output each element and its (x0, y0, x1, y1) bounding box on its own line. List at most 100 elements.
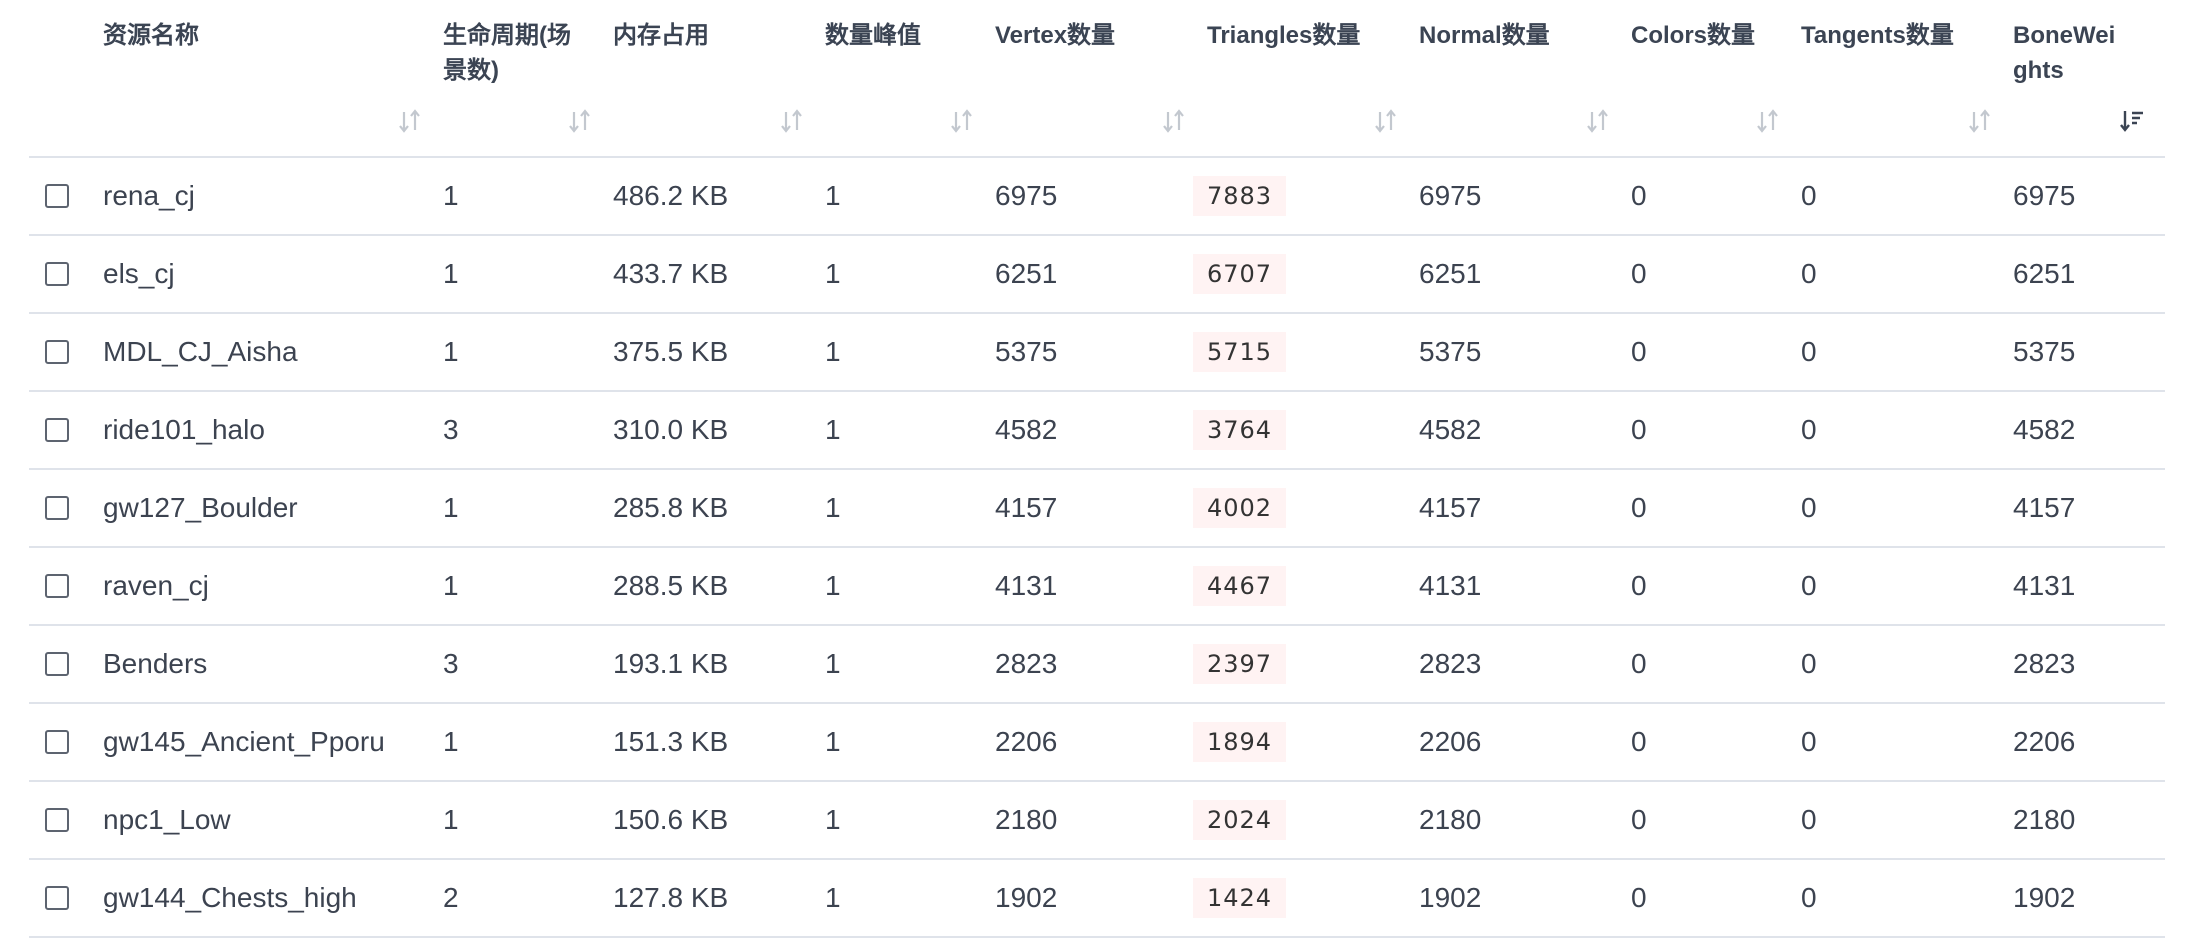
cell-value: 4582 (995, 414, 1058, 445)
row-checkbox[interactable] (45, 886, 69, 910)
table-row[interactable]: npc1_Low 1 150.6 KB 1 2180 2024 2180 0 0 2180 (29, 781, 2165, 860)
sort-descending-icon[interactable] (2119, 108, 2145, 134)
row-checkbox[interactable] (45, 496, 69, 520)
cell-value: 2206 (2013, 726, 2076, 757)
row-checkbox[interactable] (45, 574, 69, 598)
cell-peak-count: 1 (825, 235, 995, 314)
cell-peak-count: 1 (825, 313, 995, 392)
cell-value: 5375 (1419, 336, 1482, 367)
table-row[interactable]: Benders 3 193.1 KB 1 2823 2397 2823 0 0 2823 (29, 625, 2165, 704)
cell-boneweights: 2823 (2013, 625, 2165, 704)
sort-both-icon[interactable] (567, 108, 593, 134)
sort-both-icon[interactable] (1585, 108, 1611, 134)
cell-resource-name: npc1_Low (103, 781, 443, 860)
cell-resource-name: MDL_CJ_Aisha (103, 313, 443, 392)
row-checkbox[interactable] (45, 808, 69, 832)
column-header-colors-count[interactable]: Colors数量 (1631, 0, 1801, 158)
header-row: 资源名称 生命周期(场景数) 内存占用 数量峰值 Vertex数量 Triangles数量… (29, 0, 2165, 158)
cell-value: 2206 (1419, 726, 1482, 757)
sort-both-icon[interactable] (1967, 108, 1993, 134)
row-checkbox[interactable] (45, 262, 69, 286)
cell-triangles-count: 5715 (1193, 313, 1419, 392)
cell-peak-count: 1 (825, 625, 995, 704)
cell-resource-name: rena_cj (103, 157, 443, 236)
cell-value: 0 (1631, 336, 1647, 367)
cell-value: MDL_CJ_Aisha (103, 336, 298, 367)
column-header-peak-count[interactable]: 数量峰值 (825, 0, 995, 158)
row-select-cell (29, 313, 103, 392)
table-row[interactable]: ride101_halo 3 310.0 KB 1 4582 3764 4582 0 0 4582 (29, 391, 2165, 470)
column-header-memory-usage[interactable]: 内存占用 (613, 0, 825, 158)
cell-value: 0 (1631, 648, 1647, 679)
sort-both-icon[interactable] (1755, 108, 1781, 134)
cell-memory-usage: 375.5 KB (613, 313, 825, 392)
cell-vertex-count: 2823 (995, 625, 1207, 704)
cell-memory-usage: 151.3 KB (613, 703, 825, 782)
cell-value: 0 (1801, 648, 1817, 679)
sort-both-icon[interactable] (779, 108, 805, 134)
row-checkbox[interactable] (45, 340, 69, 364)
sort-both-icon[interactable] (949, 108, 975, 134)
cell-value: 2206 (995, 726, 1058, 757)
cell-value: 0 (1631, 258, 1647, 289)
table-row[interactable]: MDL_CJ_Aisha 1 375.5 KB 1 5375 5715 5375 0 0 5375 (29, 313, 2165, 392)
column-header-resource-name[interactable]: 资源名称 (103, 0, 443, 158)
cell-boneweights: 1902 (2013, 859, 2165, 938)
cell-value: 1 (443, 180, 459, 211)
cell-memory-usage: 486.2 KB (613, 157, 825, 236)
cell-value: 1 (825, 570, 841, 601)
cell-value: 1902 (1419, 882, 1482, 913)
cell-value: 2 (443, 882, 459, 913)
column-header-triangles-count[interactable]: Triangles数量 (1207, 0, 1419, 158)
cell-value: 0 (1631, 804, 1647, 835)
table-row[interactable]: gw127_Boulder 1 285.8 KB 1 4157 4002 4157 0 0 415… (29, 469, 2165, 548)
cell-value: 6707 (1193, 254, 1287, 294)
table-row[interactable]: gw144_Chests_high 2 127.8 KB 1 1902 1424 1902 0… (29, 859, 2165, 938)
cell-memory-usage: 288.5 KB (613, 547, 825, 626)
cell-vertex-count: 2206 (995, 703, 1207, 782)
table-body: rena_cj 1 486.2 KB 1 6975 7883 6975 0 0 6975 els_c… (29, 157, 2165, 938)
column-header-label: Normal数量 (1419, 22, 1550, 49)
table-row[interactable]: raven_cj 1 288.5 KB 1 4131 4467 4131 0 0 4131 (29, 547, 2165, 626)
table-row[interactable]: gw145_Ancient_Pporu 1 151.3 KB 1 2206 1894 220… (29, 703, 2165, 782)
column-header-vertex-count[interactable]: Vertex数量 (995, 0, 1207, 158)
cell-tangents-count: 0 (1801, 781, 2013, 860)
column-header-label: 数量峰值 (825, 22, 921, 49)
row-checkbox[interactable] (45, 184, 69, 208)
row-select-cell (29, 859, 103, 938)
column-header-tangents-count[interactable]: Tangents数量 (1801, 0, 2013, 158)
cell-value: 5715 (1193, 332, 1287, 372)
row-checkbox[interactable] (45, 652, 69, 676)
cell-resource-name: gw144_Chests_high (103, 859, 443, 938)
cell-value: 1 (825, 414, 841, 445)
cell-boneweights: 6975 (2013, 157, 2165, 236)
cell-value: gw127_Boulder (103, 492, 298, 523)
select-column-header (29, 0, 103, 158)
column-header-normal-count[interactable]: Normal数量 (1419, 0, 1631, 158)
cell-value: 4131 (1419, 570, 1482, 601)
cell-normal-count: 4157 (1419, 469, 1631, 548)
cell-value: 0 (1801, 180, 1817, 211)
cell-value: npc1_Low (103, 804, 231, 835)
table-row[interactable]: rena_cj 1 486.2 KB 1 6975 7883 6975 0 0 6975 (29, 157, 2165, 236)
sort-both-icon[interactable] (1373, 108, 1399, 134)
cell-colors-count: 0 (1631, 469, 1801, 548)
cell-value: 288.5 KB (613, 570, 729, 601)
column-header-boneweights[interactable]: BoneWeights (2013, 0, 2165, 158)
cell-value: 5375 (2013, 336, 2076, 367)
cell-value: 6975 (1419, 180, 1482, 211)
row-checkbox[interactable] (45, 730, 69, 754)
sort-both-icon[interactable] (397, 108, 423, 134)
cell-peak-count: 1 (825, 781, 995, 860)
column-header-lifecycle[interactable]: 生命周期(场景数) (443, 0, 613, 158)
cell-lifecycle: 1 (443, 157, 613, 236)
cell-value: 1 (825, 726, 841, 757)
cell-memory-usage: 193.1 KB (613, 625, 825, 704)
cell-value: 1894 (1193, 722, 1287, 762)
cell-triangles-count: 1894 (1193, 703, 1419, 782)
cell-vertex-count: 5375 (995, 313, 1207, 392)
table-row[interactable]: els_cj 1 433.7 KB 1 6251 6707 6251 0 0 6251 (29, 235, 2165, 314)
cell-tangents-count: 0 (1801, 547, 2013, 626)
row-checkbox[interactable] (45, 418, 69, 442)
sort-both-icon[interactable] (1161, 108, 1187, 134)
